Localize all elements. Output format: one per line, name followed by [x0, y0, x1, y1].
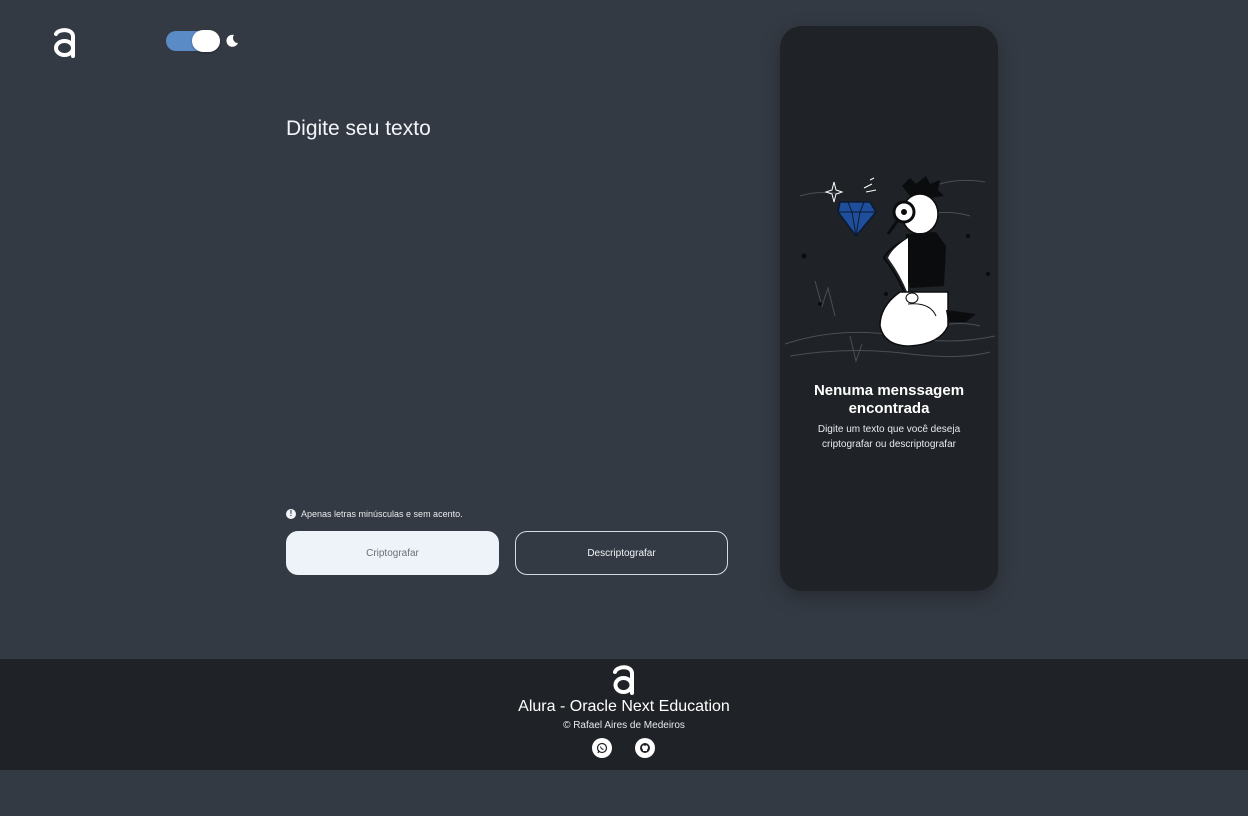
moon-icon — [226, 34, 238, 47]
encrypt-button[interactable]: Criptografar — [286, 531, 499, 575]
input-hint: ! Apenas letras minúsculas e sem acento. — [286, 508, 463, 520]
person-with-magnifying-glass-illustration — [784, 176, 996, 363]
text-input[interactable]: Digite seu texto — [286, 114, 706, 144]
github-icon[interactable] — [635, 738, 655, 758]
toggle-knob — [192, 30, 220, 52]
alura-logo-icon[interactable] — [52, 26, 78, 58]
theme-toggle[interactable] — [166, 30, 220, 52]
footer: Alura - Oracle Next Education © Rafael A… — [0, 659, 1248, 770]
whatsapp-icon[interactable] — [592, 738, 612, 758]
empty-message-text: Digite um texto que você deseja criptogr… — [817, 424, 961, 450]
decrypt-button[interactable]: Descriptografar — [515, 531, 728, 575]
hint-text: Apenas letras minúsculas e sem acento. — [301, 509, 463, 519]
footer-copyright: © Rafael Aires de Medeiros — [563, 720, 685, 731]
empty-message-title: Nenuma menssagem encontrada — [813, 382, 965, 417]
footer-title: Alura - Oracle Next Education — [518, 698, 730, 715]
output-panel: Nenuma menssagem encontrada Digite um te… — [780, 26, 998, 591]
alura-logo-icon — [613, 665, 634, 695]
exclamation-circle-icon: ! — [286, 509, 296, 519]
